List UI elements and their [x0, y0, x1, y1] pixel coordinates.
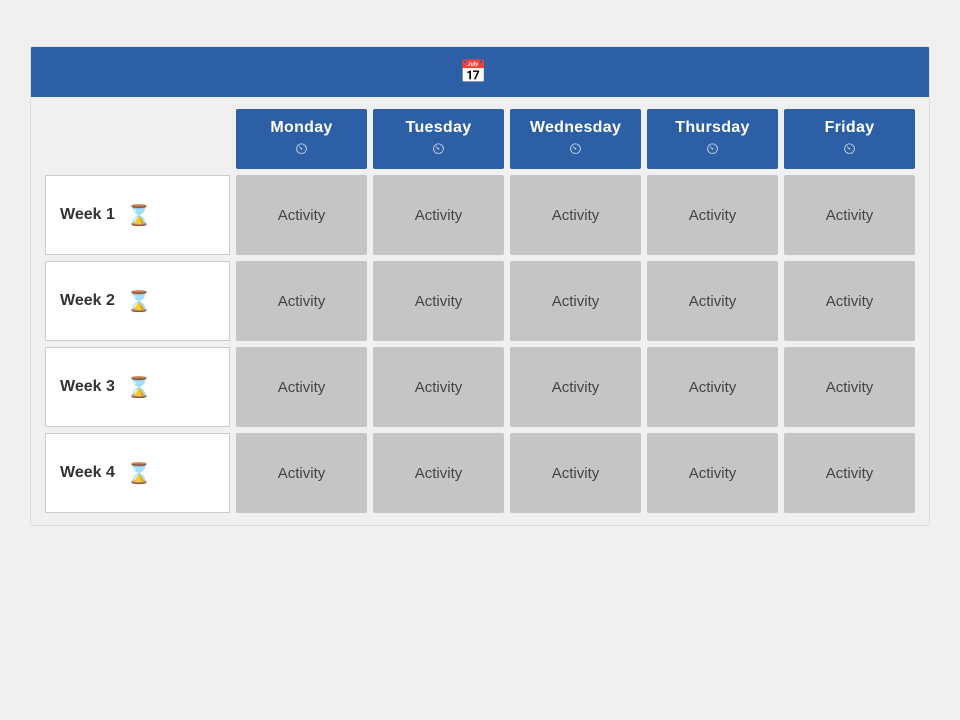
week-text: Week 3	[60, 378, 115, 396]
day-header-thursday: Thursday ⏲	[647, 109, 778, 169]
activity-cell-w1-d5[interactable]: Activity	[784, 175, 915, 255]
stopwatch-icon: ⏲	[843, 141, 855, 159]
activity-cell-w1-d3[interactable]: Activity	[510, 175, 641, 255]
activity-cell-w1-d1[interactable]: Activity	[236, 175, 367, 255]
day-header-monday: Monday ⏲	[236, 109, 367, 169]
day-name: Friday	[825, 119, 875, 137]
activity-cell-w1-d2[interactable]: Activity	[373, 175, 504, 255]
activity-cell-w4-d5[interactable]: Activity	[784, 433, 915, 513]
day-name: Wednesday	[530, 119, 621, 137]
stopwatch-icon: ⏲	[295, 141, 307, 159]
activity-cell-w2-d2[interactable]: Activity	[373, 261, 504, 341]
day-name: Tuesday	[406, 119, 472, 137]
day-name: Monday	[270, 119, 332, 137]
day-header-wednesday: Wednesday ⏲	[510, 109, 641, 169]
week-label-4: Week 4 ⌛	[45, 433, 230, 513]
day-header-friday: Friday ⏲	[784, 109, 915, 169]
hourglass-icon: ⌛	[127, 203, 152, 228]
hourglass-icon: ⌛	[127, 375, 152, 400]
grid-wrapper: Monday ⏲ Tuesday ⏲ Wednesday ⏲ Thursday …	[31, 97, 929, 525]
activity-cell-w4-d4[interactable]: Activity	[647, 433, 778, 513]
week-label-3: Week 3 ⌛	[45, 347, 230, 427]
activity-cell-w3-d2[interactable]: Activity	[373, 347, 504, 427]
day-name: Thursday	[675, 119, 749, 137]
activity-cell-w2-d4[interactable]: Activity	[647, 261, 778, 341]
calendar-grid: Monday ⏲ Tuesday ⏲ Wednesday ⏲ Thursday …	[45, 109, 915, 513]
stopwatch-icon: ⏲	[432, 141, 444, 159]
activity-cell-w2-d1[interactable]: Activity	[236, 261, 367, 341]
week-text: Week 1	[60, 206, 115, 224]
hourglass-icon: ⌛	[127, 461, 152, 486]
calendar-container: 📅 Monday ⏲ Tuesday ⏲ Wednesday ⏲ Thursda…	[30, 46, 930, 526]
week-text: Week 2	[60, 292, 115, 310]
week-text: Week 4	[60, 464, 115, 482]
activity-cell-w4-d3[interactable]: Activity	[510, 433, 641, 513]
calendar-header-bar: 📅	[31, 47, 929, 97]
activity-cell-w3-d1[interactable]: Activity	[236, 347, 367, 427]
activity-cell-w1-d4[interactable]: Activity	[647, 175, 778, 255]
header-spacer	[45, 109, 230, 169]
activity-cell-w2-d5[interactable]: Activity	[784, 261, 915, 341]
activity-cell-w4-d1[interactable]: Activity	[236, 433, 367, 513]
day-header-tuesday: Tuesday ⏲	[373, 109, 504, 169]
stopwatch-icon: ⏲	[706, 141, 718, 159]
hourglass-icon: ⌛	[127, 289, 152, 314]
week-label-2: Week 2 ⌛	[45, 261, 230, 341]
stopwatch-icon: ⏲	[569, 141, 581, 159]
activity-cell-w2-d3[interactable]: Activity	[510, 261, 641, 341]
activity-cell-w3-d5[interactable]: Activity	[784, 347, 915, 427]
activity-cell-w4-d2[interactable]: Activity	[373, 433, 504, 513]
page: 📅 Monday ⏲ Tuesday ⏲ Wednesday ⏲ Thursda…	[0, 0, 960, 720]
calendar-icon: 📅	[460, 59, 488, 85]
activity-cell-w3-d3[interactable]: Activity	[510, 347, 641, 427]
week-label-1: Week 1 ⌛	[45, 175, 230, 255]
activity-cell-w3-d4[interactable]: Activity	[647, 347, 778, 427]
